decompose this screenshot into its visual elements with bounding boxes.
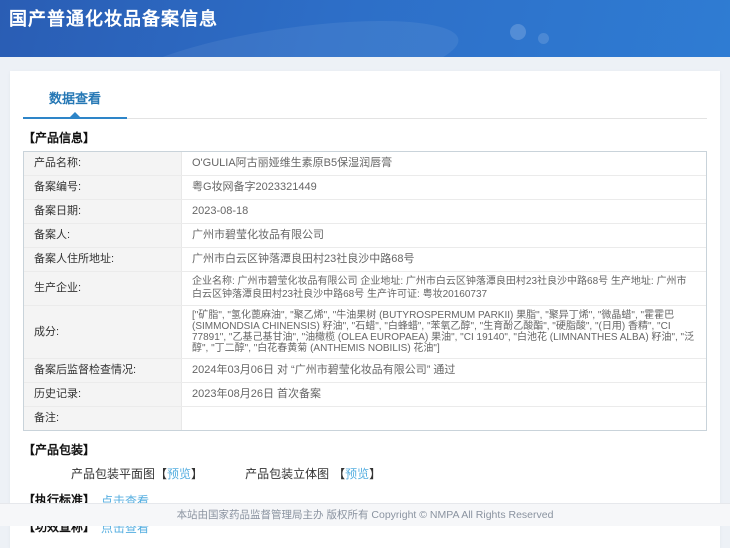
table-row: 备案人住所地址: 广州市白云区钟落潭良田村23社良沙中路68号 [24,248,706,272]
row-label: 备案日期: [24,200,182,223]
row-label: 备案人住所地址: [24,248,182,271]
package-flat-label: 产品包装平面图 [71,467,156,481]
table-row: 备注: [24,407,706,430]
row-value: 企业名称: 广州市碧莹化妆品有限公司 企业地址: 广州市白云区钟落潭良田村23社… [192,276,687,300]
table-row: 备案日期: 2023-08-18 [24,200,706,224]
page-header: 国产普通化妆品备案信息 [0,0,730,57]
row-label: 成分: [24,306,182,358]
table-row: 成分: ["矿脂", "氢化蓖麻油", "聚乙烯", "牛油果树 (BUTYRO… [24,306,706,359]
row-label: 备案编号: [24,176,182,199]
tab-active-indicator [70,112,80,117]
row-value: 广州市碧莹化妆品有限公司 [192,229,324,241]
table-row: 备案后监督检查情况: 2024年03月06日 对 “广州市碧莹化妆品有限公司” … [24,359,706,383]
bracket-open: 【 [333,467,346,481]
section-heading-product-info: 【产品信息】 [23,131,96,145]
package-flat-item: 产品包装平面图【预览】 [71,465,203,482]
row-value: ["矿脂", "氢化蓖麻油", "聚乙烯", "牛油果树 (BUTYROSPER… [192,310,695,354]
row-label: 备注: [24,407,182,430]
row-value [182,407,706,430]
header-decoration-circle [510,24,526,40]
bracket-close: 】 [369,467,382,481]
copyright-text: 本站由国家药品监督管理局主办 版权所有 Copyright © NMPA All… [176,509,554,521]
row-value: 2023-08-18 [192,205,249,217]
row-label: 历史记录: [24,383,182,406]
table-row: 备案人: 广州市碧莹化妆品有限公司 [24,224,706,248]
tab-data-view[interactable]: 数据查看 [23,88,127,119]
row-value: 2024年03月06日 对 “广州市碧莹化妆品有限公司” 通过 [192,364,456,376]
tab-data-view-label: 数据查看 [48,91,101,106]
tab-bar: 数据查看 [23,71,707,119]
table-row: 生产企业: 企业名称: 广州市碧莹化妆品有限公司 企业地址: 广州市白云区钟落潭… [24,272,706,306]
package-preview-line: 产品包装平面图【预览】 产品包装立体图 【预览】 [71,465,707,482]
row-label: 产品名称: [24,152,182,175]
package-stereo-item: 产品包装立体图 【预览】 [245,465,381,482]
table-row: 产品名称: O'GULIA阿古丽娅维生素原B5保湿润唇膏 [24,152,706,176]
page-footer: 本站由国家药品监督管理局主办 版权所有 Copyright © NMPA All… [0,503,730,526]
package-stereo-label: 产品包装立体图 [245,467,330,481]
package-stereo-preview-link[interactable]: 预览 [345,467,369,481]
header-decoration-circle-small [538,33,549,44]
package-flat-preview-link[interactable]: 预览 [167,467,191,481]
page-title: 国产普通化妆品备案信息 [9,9,218,29]
bracket-open: 【 [155,467,168,481]
section-heading-product-package: 【产品包装】 [23,443,96,457]
row-label: 备案后监督检查情况: [24,359,182,382]
table-row: 历史记录: 2023年08月26日 首次备案 [24,383,706,407]
content-card: 数据查看 【产品信息】 产品名称: O'GULIA阿古丽娅维生素原B5保湿润唇膏… [10,71,720,548]
row-label: 备案人: [24,224,182,247]
row-label: 生产企业: [24,272,182,305]
table-row: 备案编号: 粤G妆网备字2023321449 [24,176,706,200]
row-value: 2023年08月26日 首次备案 [192,388,321,400]
bracket-close: 】 [191,467,204,481]
product-info-table: 产品名称: O'GULIA阿古丽娅维生素原B5保湿润唇膏 备案编号: 粤G妆网备… [23,151,707,431]
row-value: 广州市白云区钟落潭良田村23社良沙中路68号 [192,253,415,265]
row-value: O'GULIA阿古丽娅维生素原B5保湿润唇膏 [192,157,393,169]
row-value: 粤G妆网备字2023321449 [192,181,317,193]
